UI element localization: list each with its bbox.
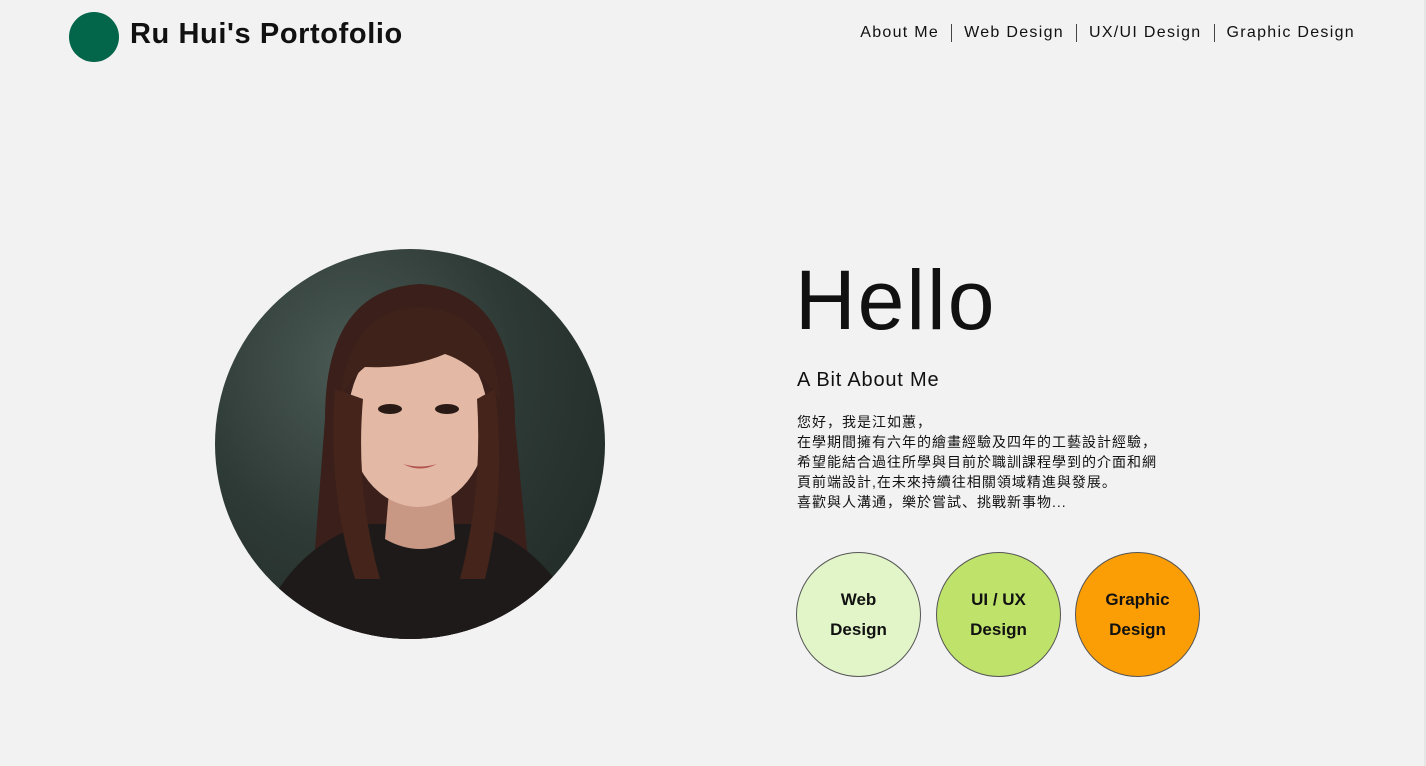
nav-ux-ui-design[interactable]: UX/UI Design — [1077, 23, 1214, 43]
nav-web-design[interactable]: Web Design — [952, 23, 1076, 43]
about-heading: A Bit About Me — [797, 369, 940, 391]
skill-label-line2: Design — [970, 619, 1027, 639]
hero-greeting: Hello — [795, 253, 997, 347]
bio-text: 您好，我是江如蕙， 在學期間擁有六年的繪畫經驗及四年的工藝設計經驗， 希望能結合… — [797, 412, 1177, 512]
web-design-circle-button[interactable]: Web Design — [796, 552, 921, 677]
skill-label-line2: Design — [1109, 619, 1166, 639]
main-nav: About Me Web Design UX/UI Design Graphic… — [848, 22, 1355, 44]
site-title[interactable]: Ru Hui's Portofolio — [130, 18, 403, 51]
skill-label-line1: Graphic — [1105, 589, 1170, 609]
bio-line: 喜歡與人溝通，樂於嘗試、挑戰新事物... — [797, 494, 1067, 510]
skill-label-line1: UI / UX — [971, 589, 1026, 609]
bio-line: 希望能結合過往所學與目前於職訓課程學到的介面和網 — [797, 454, 1157, 470]
bio-line: 頁前端設計,在未來持續往相關領域精進與發展。 — [797, 474, 1117, 490]
nav-about-me[interactable]: About Me — [848, 23, 951, 43]
ui-ux-design-circle-button[interactable]: UI / UX Design — [936, 552, 1061, 677]
skill-label-line1: Web — [840, 589, 877, 609]
site-header: Ru Hui's Portofolio About Me Web Design … — [0, 0, 1426, 76]
profile-photo — [215, 249, 605, 639]
bio-line: 在學期間擁有六年的繪畫經驗及四年的工藝設計經驗， — [797, 434, 1157, 450]
logo-circle[interactable] — [69, 12, 119, 62]
graphic-design-circle-button[interactable]: Graphic Design — [1075, 552, 1200, 677]
nav-graphic-design[interactable]: Graphic Design — [1215, 23, 1355, 43]
skill-label-line2: Design — [830, 619, 887, 639]
profile-portrait-illustration — [255, 284, 585, 639]
bio-line: 您好，我是江如蕙， — [797, 414, 932, 430]
